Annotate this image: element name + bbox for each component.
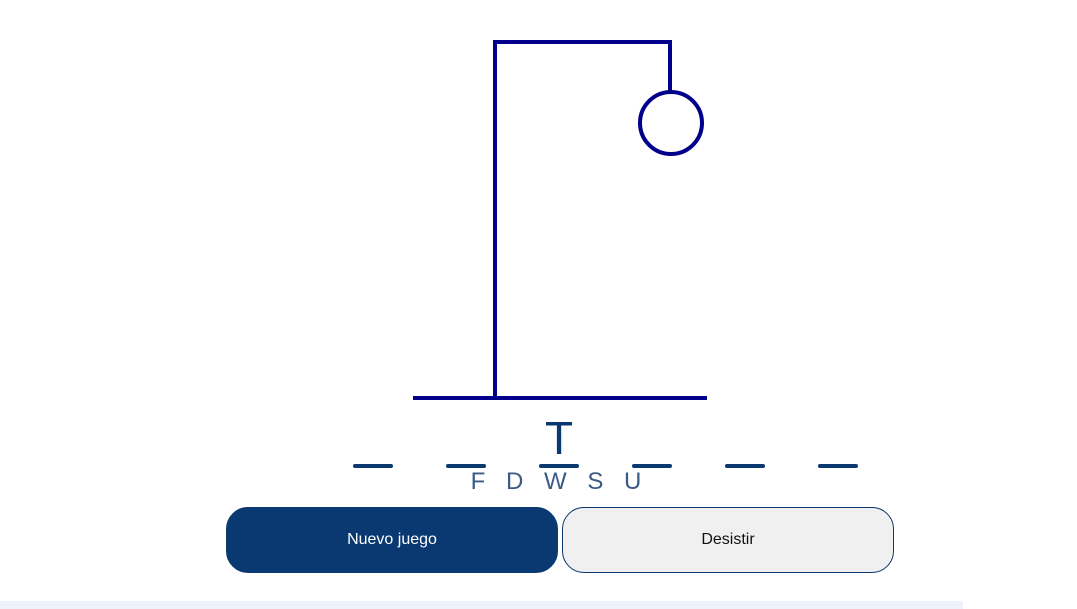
word-slots: T xyxy=(353,410,858,470)
letter-slot xyxy=(818,410,858,470)
hangman-drawing xyxy=(413,40,707,400)
slot-letter: T xyxy=(544,412,574,464)
footer-strip xyxy=(0,601,963,609)
letter-slot xyxy=(632,410,672,470)
new-game-button[interactable]: Nuevo juego xyxy=(226,507,558,573)
give-up-button[interactable]: Desistir xyxy=(562,507,894,573)
letter-slot xyxy=(725,410,765,470)
letter-slot xyxy=(446,410,486,470)
letter-slot: T xyxy=(539,410,579,470)
hangman-head xyxy=(638,90,704,156)
letter-slot xyxy=(353,410,393,470)
wrong-letters: F D W S U xyxy=(470,468,649,495)
game-stage: T F D W S U Nuevo juego Desistir xyxy=(0,0,1077,609)
